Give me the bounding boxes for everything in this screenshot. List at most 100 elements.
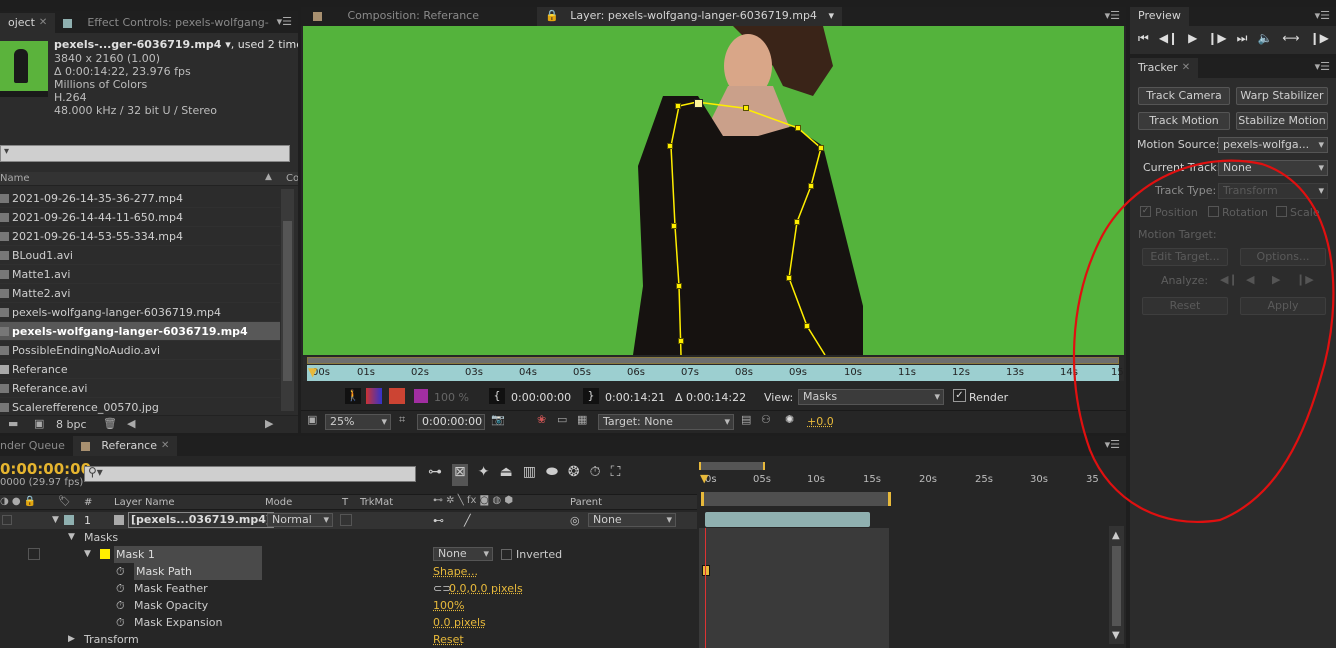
search-dropdown-icon[interactable]: ▾ bbox=[4, 146, 9, 157]
mask-vertex[interactable] bbox=[795, 125, 801, 131]
color-swatch-icon[interactable] bbox=[366, 388, 382, 404]
transparency-grid-icon[interactable]: ▦ bbox=[577, 413, 587, 426]
scroll-thumb[interactable] bbox=[283, 221, 292, 381]
target-dropdown[interactable]: Target: None bbox=[598, 414, 734, 430]
list-item[interactable]: 2021-09-26-14-53-55-334.mp4 bbox=[0, 227, 280, 246]
scroll-left-icon[interactable]: ◀ bbox=[127, 417, 135, 430]
masks-group-row[interactable]: ▼ Masks bbox=[0, 529, 697, 546]
draft-3d-icon[interactable]: ✦ bbox=[478, 464, 490, 486]
layer-time-ruler[interactable]: 00s 01s 02s 03s 04s 05s 06s 07s 08s 09s … bbox=[303, 357, 1124, 381]
mask-vertex[interactable] bbox=[794, 219, 800, 225]
col-layer-name[interactable]: Layer Name bbox=[114, 497, 175, 508]
warp-stabilizer-button[interactable]: Warp Stabilizer bbox=[1236, 87, 1328, 105]
mask-mode-dropdown[interactable]: None bbox=[433, 547, 493, 561]
scale-checkbox[interactable] bbox=[1276, 206, 1287, 217]
comp-mini-flowchart-icon[interactable]: ⊶ bbox=[428, 464, 442, 486]
alpha-icon[interactable] bbox=[389, 388, 405, 404]
new-comp-icon[interactable]: ▣ bbox=[34, 417, 44, 430]
set-out-point-button[interactable]: } bbox=[583, 388, 599, 404]
brainstorm-icon[interactable]: ❂ bbox=[568, 464, 580, 486]
transform-group-row[interactable]: ▶ Transform Reset bbox=[0, 631, 697, 648]
scroll-up-icon[interactable]: ▲ bbox=[1112, 530, 1120, 541]
panel-menu-icon[interactable]: ▾☰ bbox=[1105, 438, 1120, 451]
list-item[interactable]: 2021-09-26-14-35-36-277.mp4 bbox=[0, 189, 280, 208]
out-point-time[interactable]: 0:00:14:21 bbox=[605, 391, 665, 404]
label-color-swatch[interactable] bbox=[414, 389, 428, 403]
tab-render-queue[interactable]: nder Queue bbox=[0, 436, 73, 456]
mask-path-value[interactable]: Shape... bbox=[433, 563, 478, 580]
current-time-field[interactable]: 0:00:00:00 bbox=[417, 414, 485, 430]
trkmat-box[interactable] bbox=[340, 514, 352, 526]
mask-name[interactable]: Mask 1 bbox=[114, 546, 262, 563]
list-item[interactable]: Matte2.avi bbox=[0, 284, 280, 303]
rotation-checkbox[interactable] bbox=[1208, 206, 1219, 217]
project-search-input[interactable] bbox=[0, 145, 290, 162]
playhead-icon[interactable]: ▼ bbox=[308, 365, 317, 379]
stopwatch-icon[interactable]: ⏱ bbox=[116, 614, 125, 631]
view-dropdown[interactable]: Masks bbox=[798, 389, 944, 405]
stopwatch-icon[interactable]: ⏱ bbox=[116, 563, 125, 580]
opacity-value[interactable]: 100 % bbox=[434, 391, 469, 404]
list-item[interactable]: BLoud1.avi bbox=[0, 246, 280, 265]
ram-preview-icon[interactable]: ❙▶ bbox=[1310, 31, 1329, 49]
grid-icon[interactable]: ⌗ bbox=[399, 413, 405, 427]
layer-row[interactable]: ▼ 1 [pexels...036719.mp4] Normal ⊷ ╱ ◎ N… bbox=[0, 512, 697, 529]
list-item[interactable]: Referance bbox=[0, 360, 280, 379]
scroll-down-icon[interactable]: ▼ bbox=[1112, 630, 1120, 641]
close-icon[interactable]: ✕ bbox=[39, 13, 47, 33]
panel-menu-icon[interactable]: ▾☰ bbox=[1315, 9, 1330, 22]
last-frame-icon[interactable]: ⏭ bbox=[1237, 31, 1248, 49]
video-switch[interactable] bbox=[2, 515, 12, 525]
track-motion-button[interactable]: Track Motion bbox=[1138, 112, 1230, 130]
options-button[interactable]: Options... bbox=[1240, 248, 1326, 266]
tab-referance-comp[interactable]: Referance ✕ bbox=[72, 436, 178, 456]
mask-path-keyframe[interactable] bbox=[702, 565, 710, 576]
list-item[interactable]: Matte1.avi bbox=[0, 265, 280, 284]
analyze-forward-one-icon[interactable]: ❙▶ bbox=[1296, 273, 1314, 286]
stabilize-motion-button[interactable]: Stabilize Motion bbox=[1236, 112, 1328, 130]
layer-label-swatch[interactable] bbox=[64, 515, 74, 525]
analyze-forward-icon[interactable]: ▶ bbox=[1272, 273, 1280, 286]
expand-arrow-icon[interactable]: ▼ bbox=[52, 512, 59, 529]
mask-vertex[interactable] bbox=[676, 283, 682, 289]
audio-icon[interactable]: 🔈 bbox=[1257, 31, 1272, 49]
mask-switch[interactable] bbox=[28, 548, 40, 560]
sort-up-icon[interactable]: ▲ bbox=[265, 172, 272, 182]
tab-composition[interactable]: Composition: Referance bbox=[301, 7, 487, 26]
footage-name[interactable]: pexels-...ger-6036719.mp4 ▾, used 2 time… bbox=[54, 38, 298, 51]
mask-vertex[interactable] bbox=[743, 105, 749, 111]
property-row[interactable]: ⏱ Mask Path Shape... bbox=[0, 563, 697, 580]
reset-button[interactable]: Reset bbox=[1142, 297, 1228, 315]
panel-menu-icon[interactable]: ▾☰ bbox=[277, 15, 292, 28]
tab-layer[interactable]: 🔒 Layer: pexels-wolfgang-langer-6036719.… bbox=[537, 7, 842, 26]
3d-view-icon[interactable]: ⚇ bbox=[761, 413, 771, 426]
layer-duration-bar[interactable] bbox=[705, 512, 870, 527]
mask-vertex[interactable] bbox=[808, 183, 814, 189]
parent-pickwhip-icon[interactable]: ◎ bbox=[570, 512, 580, 529]
mask-color-swatch[interactable] bbox=[100, 549, 110, 559]
layer-name[interactable]: [pexels...036719.mp4] bbox=[128, 512, 274, 528]
list-item[interactable]: pexels-wolfgang-langer-6036719.mp4 bbox=[0, 303, 280, 322]
folder-icon[interactable]: ▬ bbox=[8, 417, 18, 430]
tab-effect-controls[interactable]: Effect Controls: pexels-wolfgang- bbox=[55, 13, 276, 33]
mask-expansion-value[interactable]: 0.0 pixels bbox=[433, 614, 486, 631]
expand-arrow-icon[interactable]: ▶ bbox=[68, 631, 75, 648]
camera-icon[interactable]: 📷 bbox=[491, 413, 505, 426]
mask-feather-value[interactable]: 0.0,0.0 pixels bbox=[449, 580, 523, 597]
render-checkbox[interactable]: ✓ bbox=[953, 389, 966, 402]
exposure-value[interactable]: +0.0 bbox=[807, 415, 834, 428]
first-frame-icon[interactable]: ⏮ bbox=[1138, 31, 1149, 49]
layer-dropdown-icon[interactable]: ▾ bbox=[828, 7, 834, 26]
layer-mode-dropdown[interactable]: Normal bbox=[267, 513, 333, 527]
analyze-backward-icon[interactable]: ◀ bbox=[1246, 273, 1254, 286]
stopwatch-icon[interactable]: ⏱ bbox=[590, 464, 601, 486]
panel-menu-icon[interactable]: ▾☰ bbox=[1315, 60, 1330, 73]
pedestrian-icon[interactable]: 🚶 bbox=[345, 388, 361, 404]
list-item[interactable]: PossibleEndingNoAudio.avi bbox=[0, 341, 280, 360]
lock-icon[interactable]: 🔒 bbox=[545, 7, 559, 26]
property-row[interactable]: ⏱ Mask Opacity 100% bbox=[0, 597, 697, 614]
motion-source-dropdown[interactable]: pexels-wolfga... bbox=[1218, 137, 1328, 153]
panel-menu-icon[interactable]: ▾☰ bbox=[1105, 9, 1120, 22]
play-icon[interactable]: ▶ bbox=[1188, 31, 1197, 49]
frame-blending-icon[interactable]: ▥ bbox=[523, 464, 536, 486]
